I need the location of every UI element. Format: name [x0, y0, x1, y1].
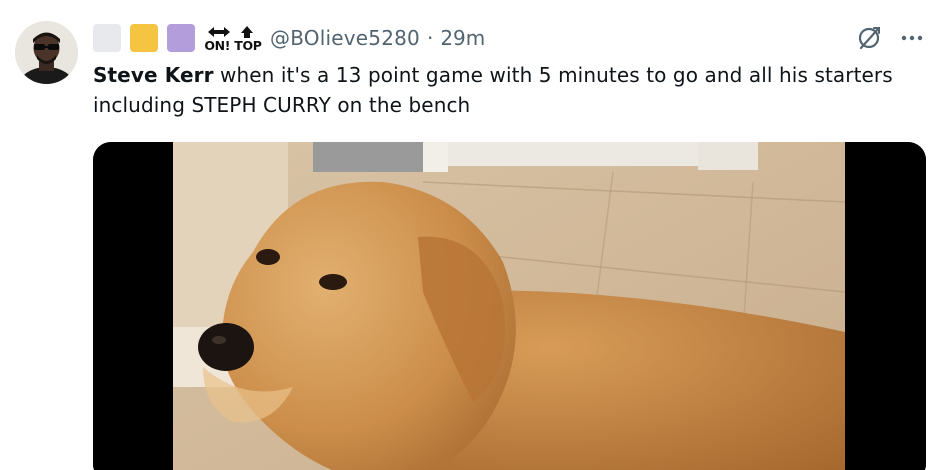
- grok-button[interactable]: [855, 24, 883, 52]
- author-name: Steve Kerr: [93, 63, 214, 87]
- grey-badge-icon: [93, 24, 121, 52]
- tweet-body: when it's a 13 point game with 5 minutes…: [93, 63, 893, 117]
- tweet-text: Steve Kerr when it's a 13 point game wit…: [93, 60, 893, 120]
- grok-icon: [858, 27, 880, 50]
- more-button[interactable]: [897, 24, 927, 52]
- user-handle[interactable]: @BOlieve5280: [270, 26, 420, 50]
- logo-text: ON! TOP: [204, 37, 262, 53]
- yellow-badge-icon: [130, 24, 158, 52]
- more-icon: [901, 35, 923, 41]
- avatar-image: [15, 21, 78, 84]
- video-frame-image: [93, 142, 926, 470]
- separator-dot: ·: [426, 26, 434, 50]
- video-scene: [173, 142, 846, 470]
- purple-badge-icon: [167, 24, 195, 52]
- avatar[interactable]: [15, 21, 78, 84]
- on-top-logo-icon: ON! TOP: [204, 24, 262, 53]
- timestamp[interactable]: 29m: [440, 26, 485, 50]
- tweet-media-video[interactable]: [93, 142, 926, 470]
- tweet-header: ON! TOP @BOlieve5280 · 29m: [93, 20, 485, 56]
